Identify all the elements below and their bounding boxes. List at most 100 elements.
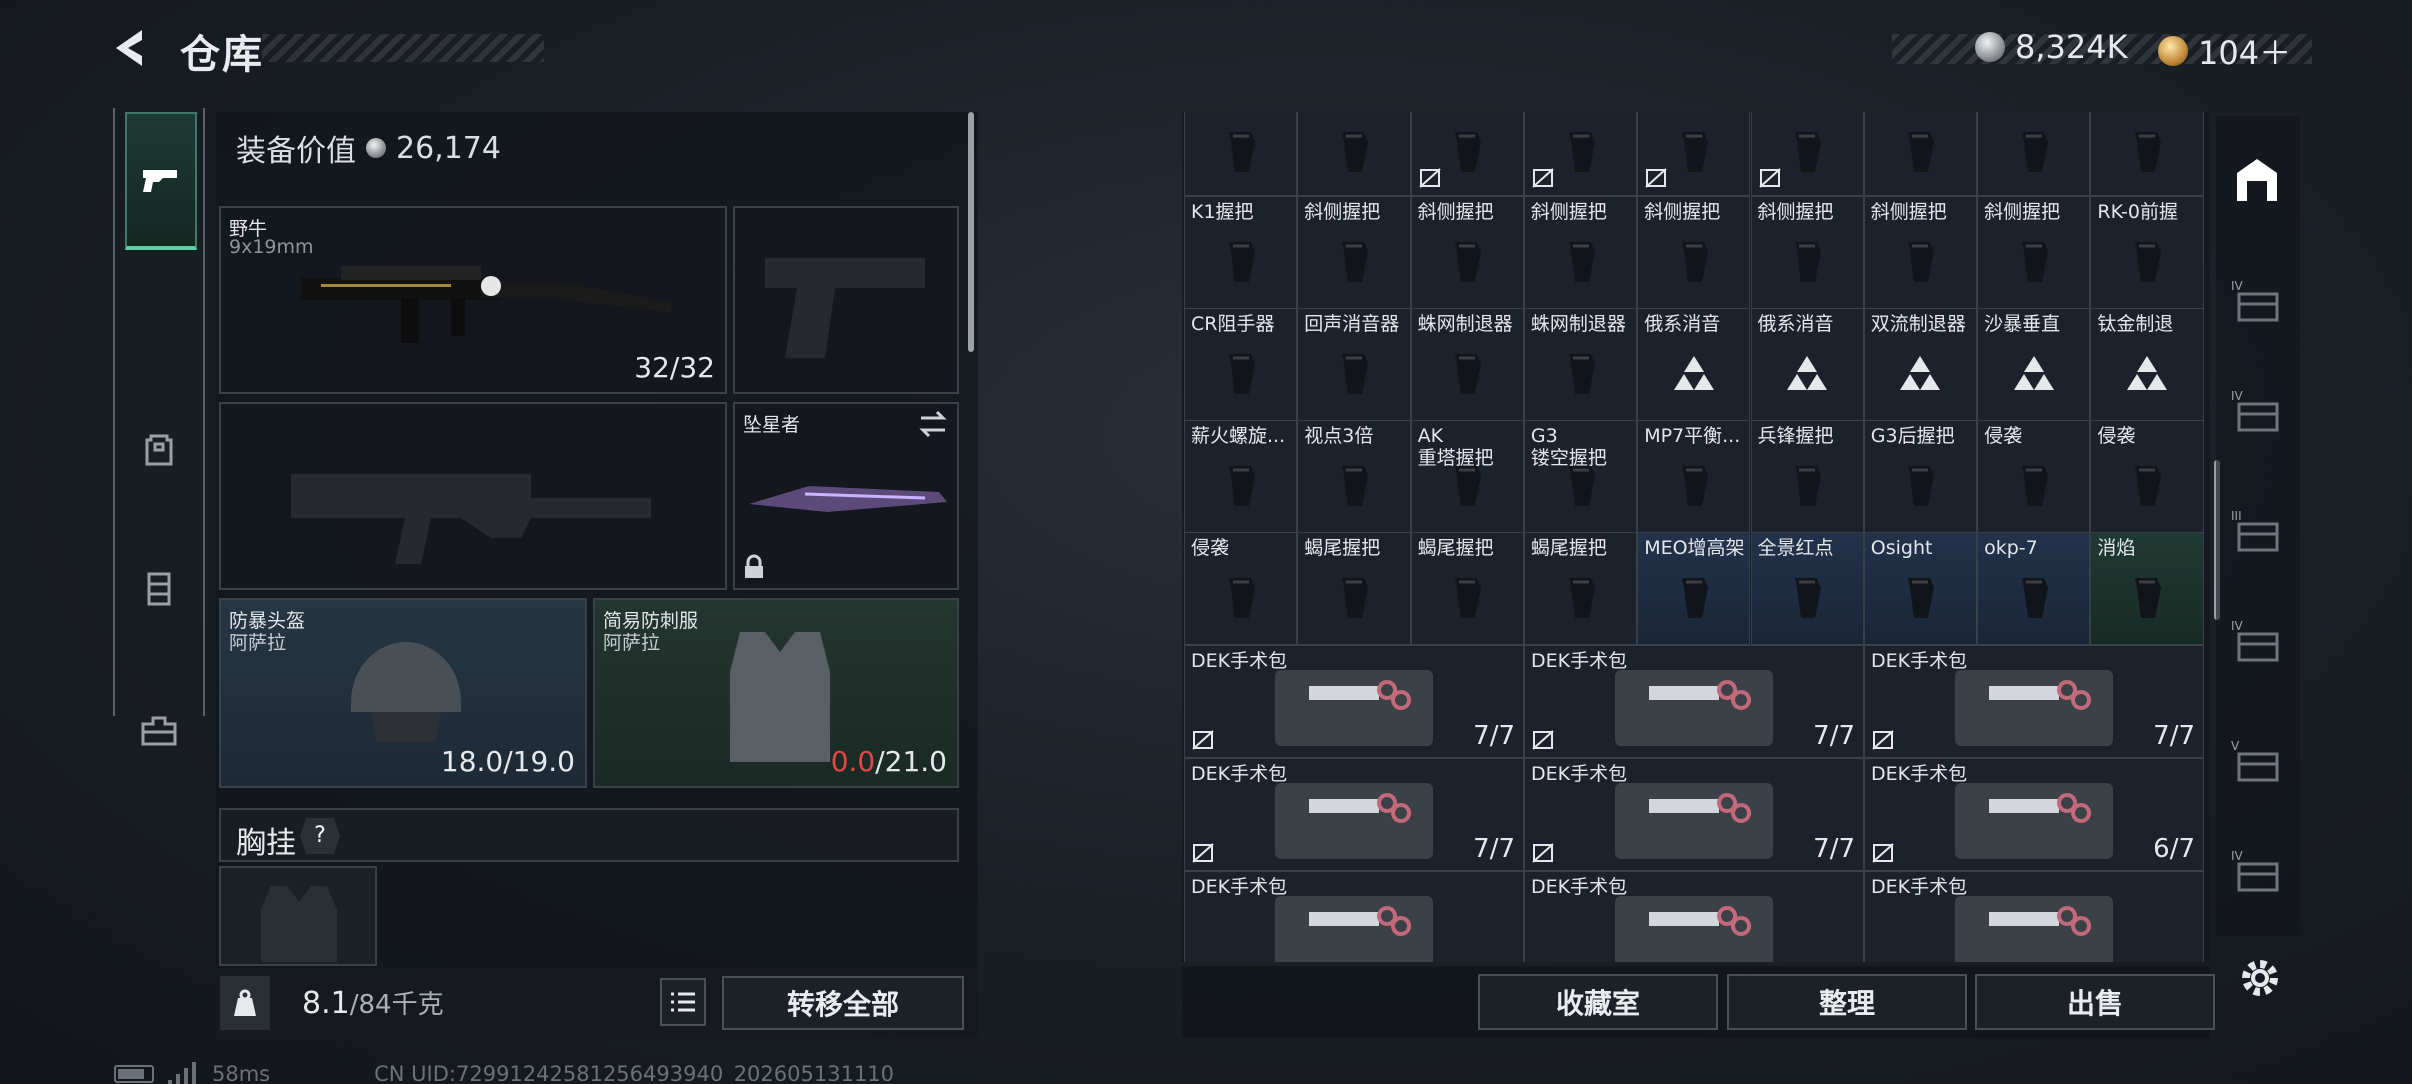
vault-button[interactable]: 收藏室 — [1478, 974, 1718, 1030]
medkit-item[interactable]: DEK手术包 — [1864, 871, 2204, 962]
grid-item[interactable]: 兵锋握把 — [1750, 420, 1864, 533]
help-icon[interactable]: ? — [300, 818, 340, 854]
back-arrow-icon[interactable] — [112, 26, 154, 70]
medkit-item[interactable]: DEK手术包 — [1184, 871, 1524, 962]
grid-item[interactable]: 全景红点 — [1750, 532, 1864, 645]
swap-icon[interactable] — [917, 410, 949, 438]
grid-item[interactable]: 钛金制退 — [2090, 308, 2204, 421]
grid-item[interactable]: G3 镂空握把 — [1523, 420, 1638, 533]
tier-tab[interactable]: V — [2226, 730, 2288, 792]
silver-currency[interactable]: 8,324K — [1975, 28, 2128, 66]
grid-item[interactable]: 斜侧握把 — [1863, 196, 1978, 309]
gold-currency[interactable]: 104＋ — [2158, 28, 2291, 74]
medkit-item[interactable]: DEK手术包 6/7 — [1864, 758, 2204, 871]
grid-item-label: G3后握把 — [1870, 425, 1955, 447]
untradable-icon — [1872, 730, 1894, 750]
attachment-icon — [1568, 578, 1595, 619]
grid-item[interactable]: G3后握把 — [1863, 420, 1978, 533]
grid-item[interactable]: 蛛网制退器 — [1523, 308, 1638, 421]
grid-item[interactable]: 蝎尾握把 — [1410, 532, 1524, 645]
helmet-slot[interactable]: 防暴头盔 阿萨拉 18.0/19.0 — [219, 598, 587, 788]
tier-tab[interactable]: III — [2226, 500, 2288, 562]
grid-item[interactable]: 侵袭 — [2090, 420, 2204, 533]
settings-gear-icon[interactable] — [2236, 954, 2284, 1002]
storage-case-icon: IV — [2231, 279, 2279, 322]
tab-weapons[interactable] — [125, 112, 197, 250]
grid-item[interactable]: 侵袭 — [1184, 532, 1298, 645]
grid-item[interactable]: MEO增高架 — [1637, 532, 1751, 645]
grid-item[interactable]: 斜侧握把 — [1410, 196, 1524, 309]
grid-item[interactable] — [2090, 112, 2204, 196]
grid-item[interactable]: AK 重塔握把 — [1410, 420, 1524, 533]
tab-backpack[interactable] — [115, 388, 203, 508]
medkit-item[interactable]: DEK手术包 — [1524, 871, 1864, 962]
grid-item[interactable] — [1297, 112, 1411, 196]
grid-item[interactable]: 薪火螺旋... — [1184, 420, 1298, 533]
grid-item[interactable]: 俄系消音 — [1637, 308, 1751, 421]
chest-rig-slot[interactable] — [219, 866, 377, 966]
melee-slot[interactable]: 坠星者 — [733, 402, 959, 590]
grid-item[interactable]: 侵袭 — [1977, 420, 2091, 533]
grid-item[interactable] — [1637, 112, 1751, 196]
storage-case-icon: IV — [2231, 619, 2279, 662]
storage-grid: K1握把 斜侧握把 斜侧握把 斜侧握把 斜侧握把 斜侧握把 斜侧握把 斜侧握把 RK-0前握 CR… — [1182, 112, 2210, 962]
grid-item[interactable]: 斜侧握把 — [1523, 196, 1638, 309]
unknown-item-icon — [1900, 356, 1941, 391]
tab-chest-rig[interactable] — [115, 528, 203, 648]
grid-item[interactable]: okp-7 — [1977, 532, 2091, 645]
tab-storage-main[interactable] — [2226, 148, 2288, 210]
medkit-item[interactable]: DEK手术包 7/7 — [1864, 645, 2204, 758]
grid-item[interactable]: 消焰 — [2090, 532, 2204, 645]
grid-item-label: 斜侧握把 — [1870, 201, 1947, 223]
first-aid-kit-icon — [1615, 896, 1773, 962]
grid-item[interactable]: MP7平衡... — [1637, 420, 1751, 533]
grid-item[interactable]: RK-0前握 — [2090, 196, 2204, 309]
grid-item[interactable]: Osight — [1863, 532, 1978, 645]
grid-item[interactable]: 双流制退器 — [1863, 308, 1978, 421]
sort-button[interactable]: 整理 — [1727, 974, 1967, 1030]
tier-tab[interactable]: IV — [2226, 840, 2288, 902]
primary-weapon-slot[interactable]: 野牛 9x19mm 32/32 — [219, 206, 727, 394]
list-icon — [671, 992, 695, 1012]
grid-item[interactable]: 沙暴垂直 — [1977, 308, 2091, 421]
grid-item[interactable]: 蝎尾握把 — [1523, 532, 1638, 645]
grid-item[interactable]: 蝎尾握把 — [1297, 532, 1411, 645]
attachment-icon — [1341, 354, 1368, 395]
grid-item[interactable]: 蛛网制退器 — [1410, 308, 1524, 421]
pistol-slot[interactable] — [733, 206, 959, 394]
list-view-button[interactable] — [660, 978, 706, 1026]
grid-item[interactable] — [1863, 112, 1978, 196]
grid-item[interactable] — [1184, 112, 1298, 196]
medkit-item[interactable]: DEK手术包 7/7 — [1184, 645, 1524, 758]
equipment-value: 装备价值 26,174 — [236, 126, 501, 170]
grid-item[interactable]: CR阻手器 — [1184, 308, 1298, 421]
grid-item[interactable]: K1握把 — [1184, 196, 1298, 309]
secondary-weapon-slot[interactable] — [219, 402, 727, 590]
tab-case[interactable] — [115, 668, 203, 788]
attachment-icon — [2135, 242, 2162, 283]
medkit-item[interactable]: DEK手术包 7/7 — [1524, 645, 1864, 758]
grid-item[interactable]: 斜侧握把 — [1977, 196, 2091, 309]
svg-text:IV: IV — [2231, 279, 2244, 293]
grid-item[interactable] — [1977, 112, 2091, 196]
grid-item[interactable]: 斜侧握把 — [1297, 196, 1411, 309]
grid-item[interactable] — [1523, 112, 1638, 196]
grid-item[interactable] — [1410, 112, 1524, 196]
tier-tab[interactable]: IV — [2226, 380, 2288, 442]
medkit-item[interactable]: DEK手术包 7/7 — [1184, 758, 1524, 871]
grid-item[interactable]: 俄系消音 — [1750, 308, 1864, 421]
grid-item[interactable]: 斜侧握把 — [1750, 196, 1864, 309]
unknown-item-icon — [2013, 356, 2054, 391]
grid-item-label: 斜侧握把 — [1644, 201, 1721, 223]
tier-tab[interactable]: IV — [2226, 610, 2288, 672]
grid-item[interactable] — [1750, 112, 1864, 196]
grid-item[interactable]: 回声消音器 — [1297, 308, 1411, 421]
sell-button[interactable]: 出售 — [1975, 974, 2215, 1030]
grid-item[interactable]: 斜侧握把 — [1637, 196, 1751, 309]
equipment-scrollbar[interactable] — [968, 112, 974, 352]
armor-slot[interactable]: 简易防刺服 阿萨拉 0.0/21.0 — [593, 598, 959, 788]
tier-tab[interactable]: IV — [2226, 270, 2288, 332]
medkit-item[interactable]: DEK手术包 7/7 — [1524, 758, 1864, 871]
grid-item[interactable]: 视点3倍 — [1297, 420, 1411, 533]
transfer-all-button[interactable]: 转移全部 — [722, 976, 964, 1030]
